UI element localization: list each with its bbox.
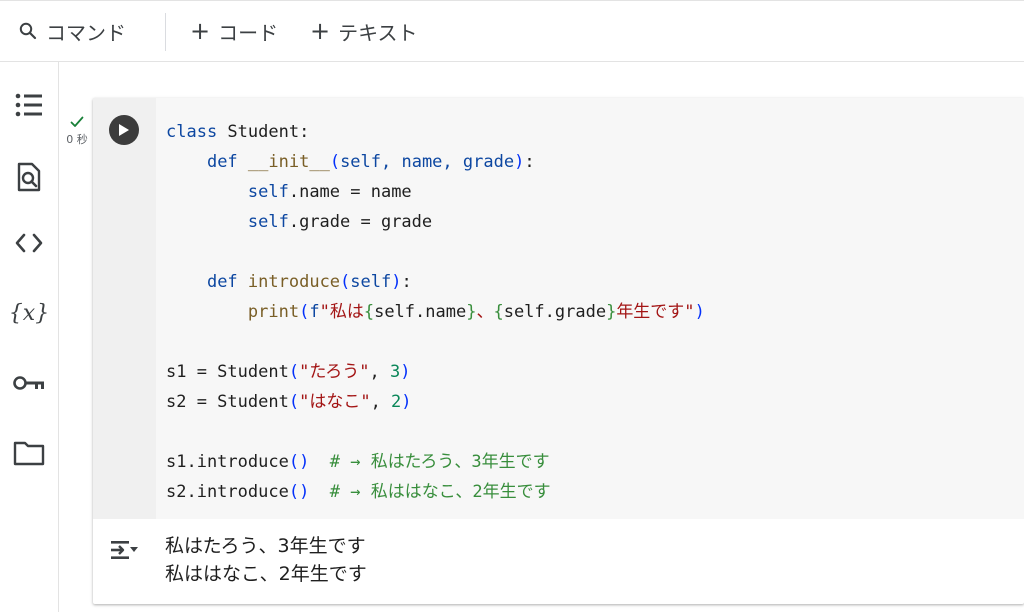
- command-label: コマンド: [46, 20, 126, 45]
- code-token: self.name: [374, 302, 467, 322]
- code-token: ,: [369, 362, 391, 382]
- code-token: :: [401, 272, 412, 292]
- variables-button[interactable]: {x}: [8, 294, 50, 332]
- code-token: "たろう": [299, 362, 370, 382]
- code-token: ): [391, 272, 402, 292]
- toolbar-divider: [165, 13, 166, 51]
- code-token: (: [288, 392, 300, 412]
- code-token: ): [694, 302, 705, 322]
- secrets-button[interactable]: [10, 364, 48, 402]
- code-editor[interactable]: class Student: def __init__(self, name, …: [93, 98, 1024, 519]
- add-text-button[interactable]: + テキスト: [310, 15, 418, 47]
- output-line: 私はたろう、3年生です: [165, 535, 366, 557]
- output-line: 私ははなこ、2年生です: [165, 563, 367, 585]
- code-token: ): [401, 392, 412, 412]
- code-token: (: [329, 152, 341, 172]
- secrets-key-icon: [12, 374, 46, 392]
- code-token: 年生です": [616, 302, 695, 322]
- code-token: "私は: [319, 302, 364, 322]
- code-token: self: [247, 182, 289, 202]
- code-token: s2.introduce: [166, 482, 289, 502]
- run-cell-button[interactable]: [109, 115, 139, 145]
- code-text[interactable]: class Student: def __init__(self, name, …: [166, 117, 705, 507]
- code-comment: # → 私ははなこ、2年生です: [309, 482, 551, 502]
- code-comment: # → 私はたろう、3年生です: [309, 452, 550, 472]
- output-text: 私はたろう、3年生です 私ははなこ、2年生です: [165, 532, 367, 588]
- play-icon: [119, 124, 129, 136]
- cell-output: 私はたろう、3年生です 私ははなこ、2年生です: [93, 519, 1024, 604]
- code-token: (: [299, 302, 310, 322]
- plus-icon: +: [190, 17, 211, 45]
- code-token: 、: [476, 302, 494, 322]
- add-code-label: コード: [218, 20, 279, 45]
- code-snippets-icon: [14, 232, 44, 254]
- code-token: (: [288, 452, 300, 472]
- toc-button[interactable]: [10, 86, 48, 124]
- code-token: def: [206, 152, 238, 172]
- code-token: class: [166, 122, 218, 142]
- find-replace-button[interactable]: [10, 158, 48, 196]
- code-token: introduce: [247, 272, 341, 292]
- command-palette-button[interactable]: コマンド: [18, 15, 126, 47]
- code-token: Student:: [217, 122, 310, 142]
- variables-icon: {x}: [8, 300, 50, 326]
- code-cell[interactable]: class Student: def __init__(self, name, …: [93, 98, 1024, 604]
- code-token: .name = name: [288, 182, 412, 202]
- code-token: {: [363, 302, 375, 322]
- code-token: ): [514, 152, 525, 172]
- code-token: .grade = grade: [288, 212, 433, 232]
- code-token: }: [466, 302, 477, 322]
- code-token: s1 = Student: [166, 362, 289, 382]
- toc-icon: [14, 92, 44, 118]
- code-token: ): [400, 362, 411, 382]
- toolbar: コマンド + コード + テキスト: [0, 0, 1024, 62]
- cell-execution-status: 0 秒: [62, 116, 92, 147]
- code-token: self.grade: [503, 302, 607, 322]
- code-token: def: [206, 272, 238, 292]
- add-text-label: テキスト: [338, 20, 418, 45]
- code-token: :: [524, 152, 535, 172]
- add-code-button[interactable]: + コード: [190, 15, 278, 47]
- output-icon: [111, 541, 138, 559]
- code-token: ,: [370, 392, 392, 412]
- plus-icon: +: [310, 17, 331, 45]
- search-icon: [18, 21, 38, 41]
- code-token: (: [340, 272, 351, 292]
- code-token: {: [493, 302, 504, 322]
- code-token: (: [288, 482, 300, 502]
- code-snippets-button[interactable]: [10, 224, 48, 262]
- find-icon: [16, 162, 42, 192]
- output-actions-button[interactable]: [109, 538, 139, 566]
- code-token: self: [247, 212, 289, 232]
- code-token: ): [299, 482, 310, 502]
- cell-gutter: [93, 98, 156, 519]
- code-token: s1.introduce: [166, 452, 289, 472]
- code-token: print: [247, 302, 300, 322]
- code-token: f: [309, 302, 320, 322]
- code-token: self, name, grade: [340, 152, 515, 172]
- code-token: self: [350, 272, 392, 292]
- code-token: (: [288, 362, 300, 382]
- code-token: __init__: [247, 152, 330, 172]
- code-token: "はなこ": [299, 392, 371, 412]
- code-token: }: [606, 302, 617, 322]
- check-icon: [70, 116, 84, 127]
- left-rail: {x}: [0, 62, 59, 612]
- code-token: ): [299, 452, 310, 472]
- code-token: s2 = Student: [166, 392, 289, 412]
- execution-time: 0 秒: [66, 133, 88, 146]
- code-token: 2: [391, 392, 402, 412]
- files-folder-icon: [13, 440, 45, 466]
- code-token: 3: [390, 362, 401, 382]
- files-button[interactable]: [10, 434, 48, 472]
